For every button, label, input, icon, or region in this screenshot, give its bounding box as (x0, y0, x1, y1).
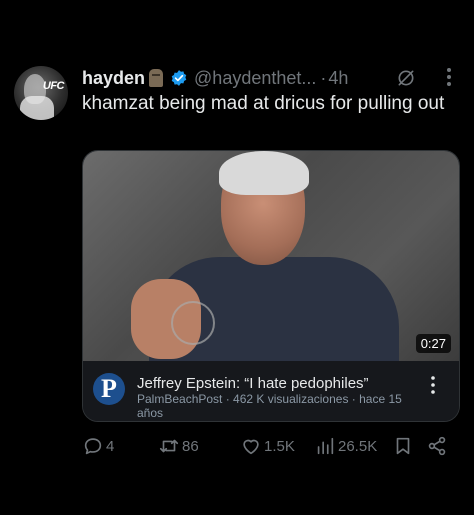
like-button[interactable]: 1.5K (240, 432, 295, 460)
author-name[interactable]: hayden (82, 68, 145, 89)
reply-count: 4 (106, 437, 115, 455)
video-more-icon[interactable] (429, 375, 437, 395)
retweet-button[interactable]: 86 (158, 432, 199, 460)
avatar-figure-body (20, 96, 54, 120)
share-icon (428, 436, 446, 456)
views-count: 26.5K (338, 437, 378, 455)
tweet[interactable]: UFC hayden @haydenthet... · 4h khamzat b… (0, 0, 474, 515)
share-button[interactable] (426, 432, 450, 460)
more-icon[interactable] (439, 66, 459, 88)
video-title[interactable]: Jeffrey Epstein: “I hate pedophiles” (137, 375, 369, 392)
like-count: 1.5K (264, 437, 295, 455)
video-duration: 0:27 (415, 334, 451, 353)
reply-icon (84, 438, 102, 455)
grok-icon[interactable] (396, 68, 416, 88)
action-bar: 4 86 1.5K 26.5K (82, 432, 462, 460)
video-thumbnail[interactable]: 0:27 (83, 151, 459, 361)
video-card[interactable]: 0:27 P Jeffrey Epstein: “I hate pedophil… (82, 150, 460, 422)
reply-button[interactable]: 4 (82, 432, 114, 460)
bookmark-button[interactable] (392, 432, 416, 460)
moai-emoji-icon (149, 69, 164, 87)
avatar-ufc-text: UFC (42, 80, 65, 92)
retweet-count: 86 (182, 437, 199, 455)
views-button[interactable]: 26.5K (314, 432, 377, 460)
avatar[interactable]: UFC (14, 66, 68, 120)
video-meta: PalmBeachPost · 462 K visualizaciones · … (137, 392, 402, 420)
tweet-text: khamzat being mad at dricus for pulling … (82, 93, 445, 114)
video-info[interactable]: P Jeffrey Epstein: “I hate pedophiles” P… (83, 361, 459, 421)
views-icon (317, 437, 334, 455)
retweet-icon (159, 439, 179, 453)
thumbnail-glasses (171, 301, 215, 345)
verified-badge-icon (171, 70, 187, 86)
header-separator: · (320, 67, 327, 88)
thumbnail-hair (219, 151, 309, 195)
timestamp[interactable]: 4h (328, 68, 348, 89)
bookmark-icon (396, 437, 410, 455)
author-handle[interactable]: @haydenthet... (194, 68, 316, 89)
tweet-header: hayden @haydenthet... · 4h (82, 66, 348, 90)
palmbeachpost-logo: P (93, 373, 125, 405)
like-icon (243, 439, 259, 455)
